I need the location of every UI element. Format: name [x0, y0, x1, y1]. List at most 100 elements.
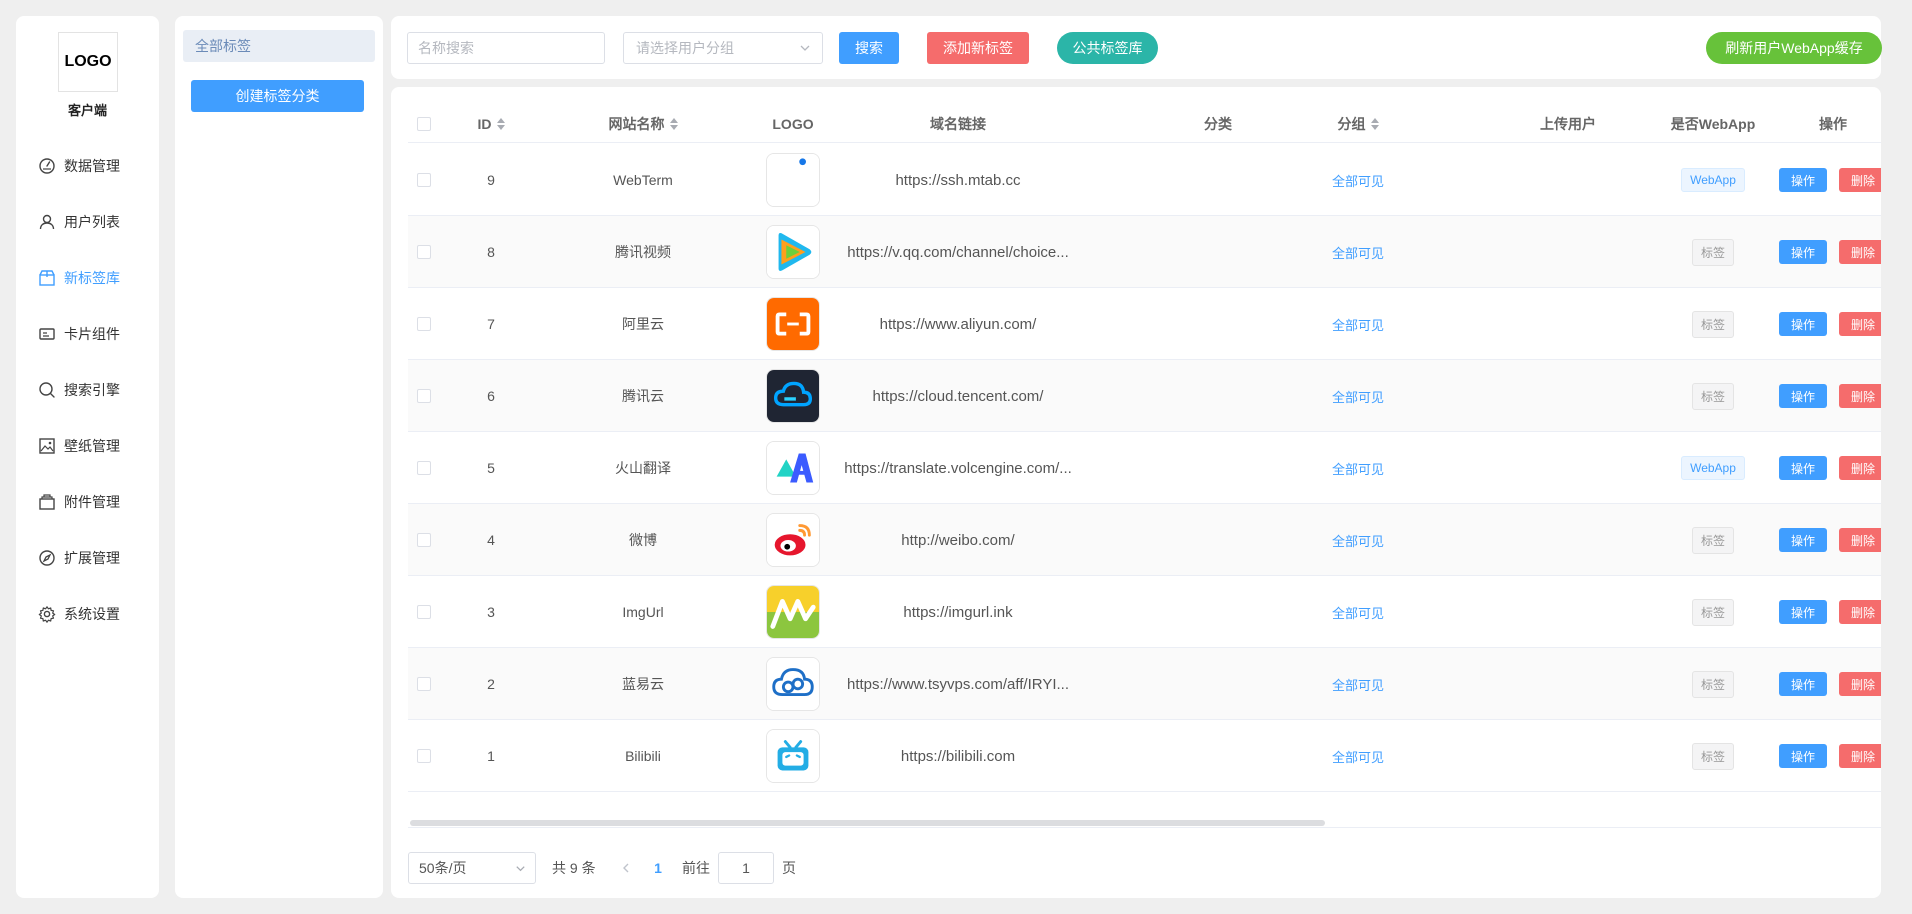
horizontal-scrollbar[interactable] [410, 820, 1325, 826]
delete-button[interactable]: 删除 [1839, 744, 1881, 768]
edit-button[interactable]: 操作 [1779, 744, 1827, 768]
group-link[interactable]: 全部可见 [1332, 315, 1384, 334]
tag-badge: 标签 [1691, 742, 1734, 770]
sort-icon[interactable] [669, 118, 678, 130]
pagination: 50条/页 共 9 条 1 前往 页 [408, 852, 1008, 884]
delete-button[interactable]: 删除 [1839, 384, 1881, 408]
row-type: WebApp [1658, 144, 1768, 216]
sidebar: LOGO 客户端 数据管理 用户列表 新标签库 卡片组件 搜索引擎 壁纸管理 附… [16, 16, 159, 898]
sidebar-item-settings[interactable]: 系统设置 [16, 586, 159, 642]
bilibili-logo-icon [766, 729, 820, 783]
dashboard-icon [38, 157, 56, 175]
column-id[interactable]: ID [441, 105, 541, 143]
sidebar-item-users[interactable]: 用户列表 [16, 194, 159, 250]
add-tag-button[interactable]: 添加新标签 [927, 32, 1029, 64]
row-logo [758, 216, 828, 288]
row-type: WebApp [1658, 432, 1768, 504]
row-checkbox[interactable] [417, 720, 431, 792]
group-link[interactable]: 全部可见 [1332, 387, 1384, 406]
row-name: 阿里云 [622, 316, 664, 332]
goto-page-input[interactable] [718, 852, 774, 884]
row-checkbox[interactable] [417, 576, 431, 648]
group-link[interactable]: 全部可见 [1332, 675, 1384, 694]
row-checkbox[interactable] [417, 360, 431, 432]
sidebar-item-label: 系统设置 [64, 606, 120, 622]
user-group-select[interactable]: 请选择用户分组 [623, 32, 823, 64]
group-link[interactable]: 全部可见 [1332, 603, 1384, 622]
sidebar-item-wallpapers[interactable]: 壁纸管理 [16, 418, 159, 474]
group-link[interactable]: 全部可见 [1332, 531, 1384, 550]
row-logo [758, 648, 828, 720]
page-suffix: 页 [782, 860, 796, 876]
current-page[interactable]: 1 [648, 852, 668, 884]
refresh-webapp-cache-button[interactable]: 刷新用户WebApp缓存 [1706, 32, 1882, 64]
sidebar-item-cards[interactable]: 卡片组件 [16, 306, 159, 362]
row-group: 全部可见 [1288, 504, 1428, 576]
sidebar-item-label: 搜索引擎 [64, 382, 120, 398]
card-icon [38, 325, 56, 343]
row-checkbox[interactable] [417, 144, 431, 216]
sidebar-item-tags[interactable]: 新标签库 [16, 250, 159, 306]
delete-button[interactable]: 删除 [1839, 312, 1881, 336]
column-group[interactable]: 分组 [1288, 105, 1428, 143]
sidebar-menu: 数据管理 用户列表 新标签库 卡片组件 搜索引擎 壁纸管理 附件管理 扩展管理 … [16, 138, 159, 642]
edit-button[interactable]: 操作 [1779, 528, 1827, 552]
group-link[interactable]: 全部可见 [1332, 747, 1384, 766]
row-group: 全部可见 [1288, 360, 1428, 432]
table-row: 6 腾讯云 https://cloud.tencent.com/ 全部可见 标签… [408, 360, 1881, 432]
delete-button[interactable]: 删除 [1839, 456, 1881, 480]
row-checkbox[interactable] [417, 288, 431, 360]
edit-button[interactable]: 操作 [1779, 312, 1827, 336]
sidebar-item-label: 壁纸管理 [64, 438, 120, 454]
select-all-checkbox[interactable] [417, 105, 431, 143]
sidebar-item-search-engines[interactable]: 搜索引擎 [16, 362, 159, 418]
create-category-button[interactable]: 创建标签分类 [191, 80, 364, 112]
row-logo [758, 432, 828, 504]
search-button[interactable]: 搜索 [839, 32, 899, 64]
edit-button[interactable]: 操作 [1779, 240, 1827, 264]
column-category: 分类 [1204, 116, 1232, 132]
row-actions: 操作 删除 [1768, 360, 1881, 432]
group-link[interactable]: 全部可见 [1332, 171, 1384, 190]
chevron-left-icon[interactable] [620, 861, 632, 875]
edit-button[interactable]: 操作 [1779, 456, 1827, 480]
column-url: 域名链接 [930, 116, 986, 132]
sidebar-item-label: 附件管理 [64, 494, 120, 510]
edit-button[interactable]: 操作 [1779, 168, 1827, 192]
row-url: https://translate.volcengine.com/... [844, 459, 1072, 477]
name-search-input[interactable] [407, 32, 605, 64]
category-panel: 全部标签 创建标签分类 [175, 16, 383, 898]
column-ops: 操作 [1819, 116, 1847, 132]
page-size-value: 50条/页 [419, 860, 467, 876]
column-name[interactable]: 网站名称 [548, 105, 738, 143]
public-tag-library-button[interactable]: 公共标签库 [1057, 32, 1158, 64]
sort-icon[interactable] [1370, 118, 1379, 130]
page-size-select[interactable]: 50条/页 [408, 852, 536, 884]
delete-button[interactable]: 删除 [1839, 168, 1881, 192]
sidebar-item-extensions[interactable]: 扩展管理 [16, 530, 159, 586]
group-link[interactable]: 全部可见 [1332, 459, 1384, 478]
sidebar-item-data[interactable]: 数据管理 [16, 138, 159, 194]
row-checkbox[interactable] [417, 648, 431, 720]
edit-button[interactable]: 操作 [1779, 600, 1827, 624]
edit-button[interactable]: 操作 [1779, 672, 1827, 696]
row-group: 全部可见 [1288, 648, 1428, 720]
row-checkbox[interactable] [417, 504, 431, 576]
sidebar-item-label: 新标签库 [64, 270, 120, 286]
table-bottom-divider [408, 827, 1881, 828]
group-link[interactable]: 全部可见 [1332, 243, 1384, 262]
row-checkbox[interactable] [417, 216, 431, 288]
edit-button[interactable]: 操作 [1779, 384, 1827, 408]
row-group: 全部可见 [1288, 720, 1428, 792]
row-name: 微博 [629, 532, 657, 548]
delete-button[interactable]: 删除 [1839, 672, 1881, 696]
sidebar-item-attachments[interactable]: 附件管理 [16, 474, 159, 530]
tag-badge: 标签 [1691, 670, 1734, 698]
row-group: 全部可见 [1288, 144, 1428, 216]
delete-button[interactable]: 删除 [1839, 600, 1881, 624]
delete-button[interactable]: 删除 [1839, 528, 1881, 552]
category-all[interactable]: 全部标签 [183, 30, 375, 62]
delete-button[interactable]: 删除 [1839, 240, 1881, 264]
sort-icon[interactable] [496, 118, 505, 130]
row-checkbox[interactable] [417, 432, 431, 504]
